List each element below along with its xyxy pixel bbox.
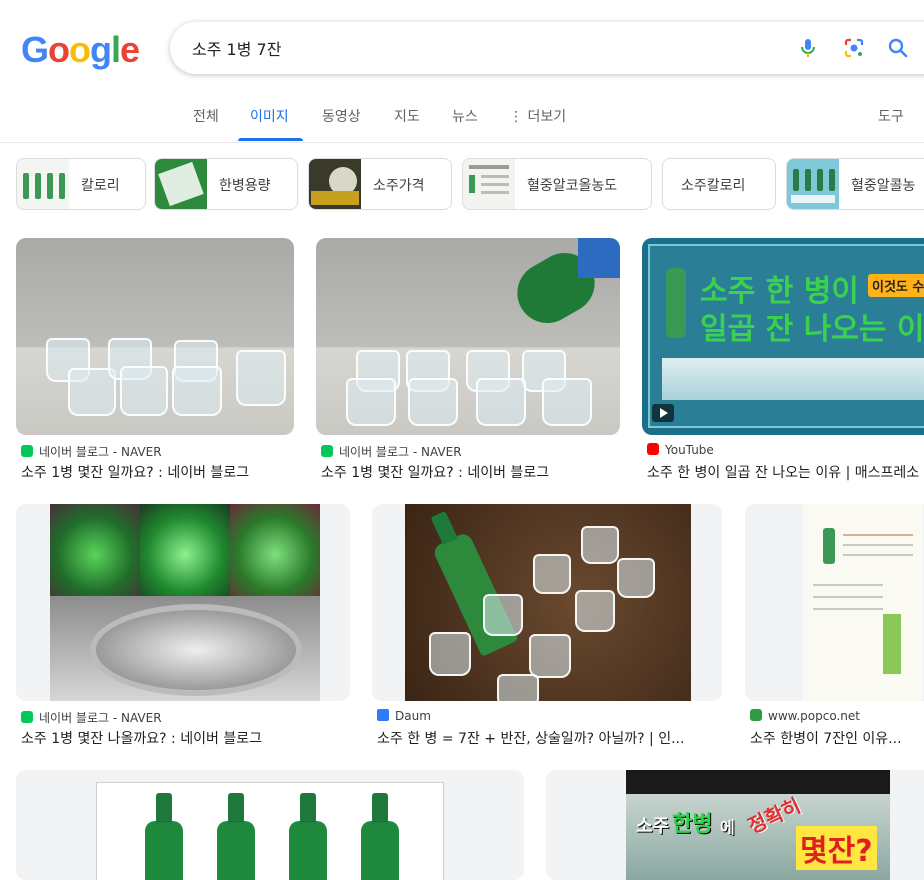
result-title[interactable]: 소주 1병 몇잔 일까요? : 네이버 블로그 <box>321 462 611 482</box>
result-image[interactable] <box>16 504 350 701</box>
result-title[interactable]: 소주 한 병이 일곱 잔 나오는 이유 | 매스프레소 <box>647 462 924 482</box>
tab-maps[interactable]: 지도 <box>394 106 420 126</box>
search-input[interactable]: 소주 1병 7잔 <box>192 36 281 60</box>
search-box[interactable]: 소주 1병 7잔 <box>170 22 924 74</box>
play-icon <box>652 404 674 422</box>
more-vert-icon: ⋮ <box>509 109 523 125</box>
youtube-icon <box>647 443 659 455</box>
result-image[interactable] <box>16 770 524 880</box>
tab-news[interactable]: 뉴스 <box>452 106 478 126</box>
result-title[interactable]: 소주 한 병 = 7잔 + 반잔, 상술일까? 아닐까? | 인... <box>377 728 717 748</box>
popco-icon <box>750 709 762 721</box>
tab-more[interactable]: ⋮ 더보기 <box>509 106 566 126</box>
chip-thumbnail <box>155 159 207 209</box>
result-image[interactable] <box>745 504 924 701</box>
chip-calorie[interactable]: 칼로리 <box>16 158 146 210</box>
chip-soju-price[interactable]: 소주가격 <box>308 158 452 210</box>
naver-blog-icon <box>21 711 33 723</box>
chip-thumbnail <box>463 159 515 209</box>
result-image[interactable] <box>316 238 620 435</box>
result-image[interactable] <box>16 238 294 435</box>
chip-thumbnail <box>17 159 69 209</box>
result-title[interactable]: 소주 1병 몇잔 일까요? : 네이버 블로그 <box>21 462 296 482</box>
chip-thumbnail <box>787 159 839 209</box>
tab-images[interactable]: 이미지 <box>250 106 289 126</box>
google-logo[interactable]: Google <box>21 30 140 70</box>
naver-blog-icon <box>21 445 33 457</box>
tab-videos[interactable]: 동영상 <box>322 106 361 126</box>
microphone-icon[interactable] <box>796 36 820 60</box>
chip-thumbnail <box>309 159 361 209</box>
naver-blog-icon <box>321 445 333 457</box>
result-image[interactable] <box>372 504 722 701</box>
result-title[interactable]: 소주 한병이 7잔인 이유... <box>750 728 924 748</box>
search-tabs: 전체 이미지 동영상 지도 뉴스 ⋮ 더보기 도구 <box>0 98 924 143</box>
chip-soju-calorie[interactable]: 소주칼로리 <box>662 158 776 210</box>
tools-button[interactable]: 도구 <box>878 106 904 126</box>
chip-blood-alcohol-2[interactable]: 혈중알콜농 <box>786 158 924 210</box>
search-icon[interactable] <box>886 36 910 60</box>
tab-all[interactable]: 전체 <box>193 106 219 126</box>
lens-icon[interactable] <box>842 36 866 60</box>
chip-bottle-volume[interactable]: 한병용량 <box>154 158 298 210</box>
result-image[interactable]: 소주 한 병이 일곱 잔 나오는 이유 이것도 수 <box>642 238 924 435</box>
result-title[interactable]: 소주 1병 몇잔 나올까요? : 네이버 블로그 <box>21 728 341 748</box>
active-tab-indicator <box>238 138 303 141</box>
result-image[interactable]: 소주 한병 에 정확히 몇잔? <box>546 770 924 880</box>
daum-icon <box>377 709 389 721</box>
chip-blood-alcohol[interactable]: 혈중알코올농도 <box>462 158 652 210</box>
